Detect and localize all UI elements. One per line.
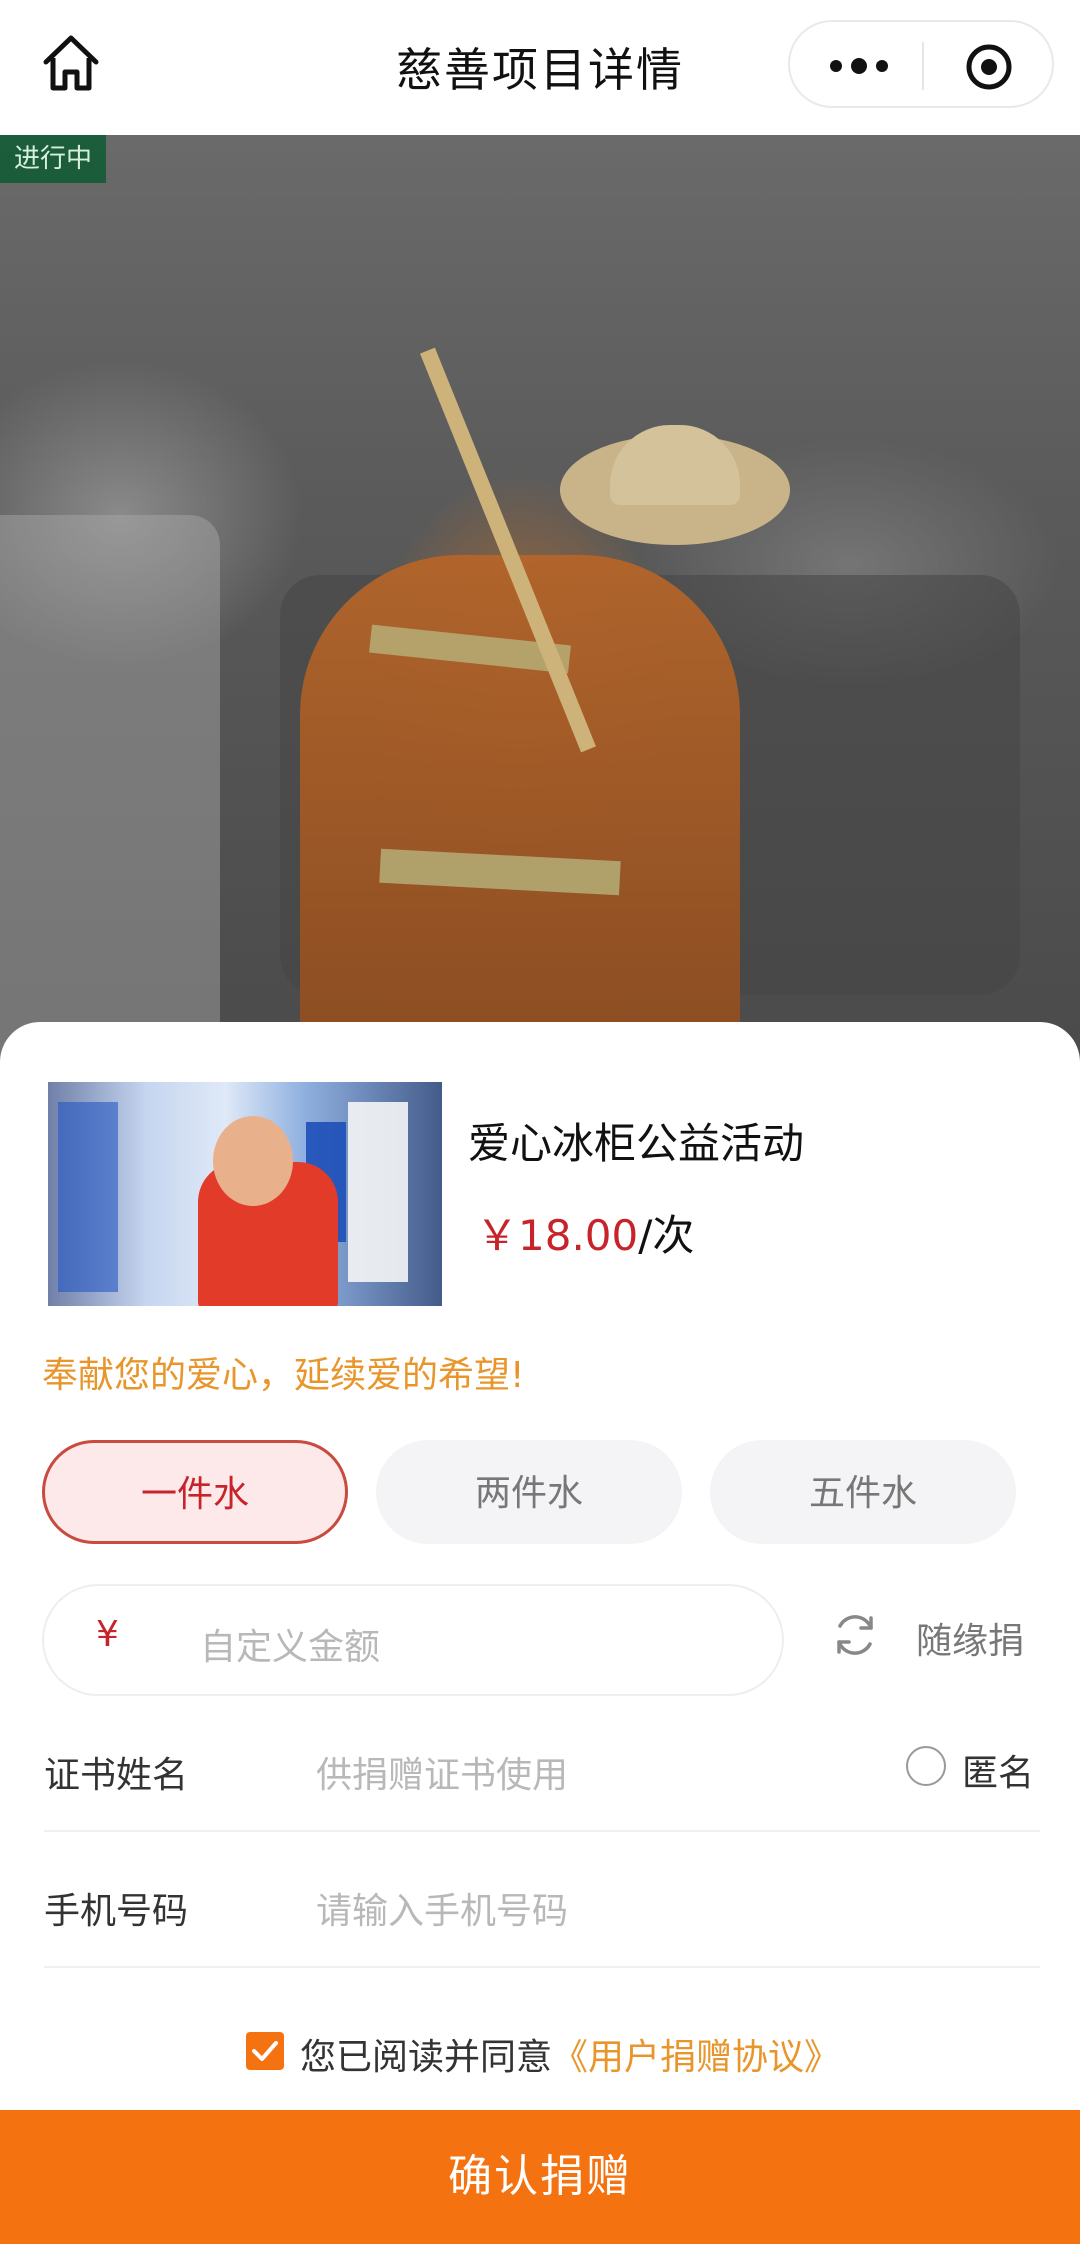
hero-worker (300, 555, 740, 1075)
project-price: ￥18.00/次 (476, 1202, 694, 1263)
agreement-text: 您已阅读并同意《用户捐赠协议》 (300, 2028, 840, 2080)
cert-name-input[interactable]: 供捐赠证书使用 (316, 1746, 568, 1798)
divider (44, 1966, 1040, 1968)
target-icon[interactable] (964, 42, 1014, 92)
hero-bg-car-left (0, 515, 220, 1075)
agreement-prefix: 您已阅读并同意 (300, 2037, 553, 2078)
donation-sheet: 爱心冰柜公益活动 ￥18.00/次 奉献您的爱心，延续爱的希望! 一件水 两件水… (0, 1022, 1080, 2257)
custom-amount-input[interactable]: ¥ 自定义金额 (42, 1584, 784, 1696)
option-one-water[interactable]: 一件水 (42, 1440, 348, 1544)
price-value: ￥18.00 (476, 1211, 639, 1260)
refresh-icon[interactable] (830, 1610, 880, 1660)
agreement-checkbox[interactable] (246, 2032, 284, 2070)
slogan: 奉献您的爱心，延续爱的希望! (42, 1355, 525, 1396)
project-thumbnail (48, 1082, 442, 1306)
check-icon (252, 2041, 278, 2061)
mini-program-capsule (788, 20, 1054, 108)
capsule-divider (922, 42, 924, 90)
nav-bar: 慈善项目详情 (0, 0, 1080, 135)
custom-amount-placeholder: 自定义金额 (200, 1627, 381, 1668)
phone-input[interactable]: 请输入手机号码 (316, 1882, 568, 1934)
hero-image (0, 135, 1080, 1075)
project-name: 爱心冰柜公益活动 (468, 1119, 805, 1168)
donation-page: 慈善项目详情 进行中 爱心冰柜公益活动 ￥18.00/次 奉献您的爱心，延续爱的… (0, 0, 1080, 2257)
currency-symbol: ¥ (96, 1614, 119, 1655)
confirm-donate-button[interactable]: 确认捐赠 (0, 2110, 1080, 2244)
hero-hat-top (610, 425, 740, 505)
option-two-water[interactable]: 两件水 (376, 1440, 682, 1544)
option-five-water[interactable]: 五件水 (710, 1440, 1016, 1544)
price-unit: /次 (638, 1211, 695, 1260)
agreement-link[interactable]: 《用户捐赠协议》 (552, 2037, 840, 2078)
anonymous-label[interactable]: 匿名 (962, 1744, 1034, 1796)
thumbnail-sign (58, 1102, 118, 1292)
divider (44, 1830, 1040, 1832)
phone-label: 手机号码 (44, 1891, 189, 1932)
cert-name-label: 证书姓名 (44, 1755, 189, 1796)
anonymous-radio[interactable] (906, 1746, 946, 1786)
thumbnail-sign (348, 1102, 408, 1282)
status-badge: 进行中 (0, 135, 107, 183)
more-dots-icon[interactable] (826, 46, 892, 86)
random-donate-button[interactable]: 随缘捐 (916, 1612, 1024, 1664)
thumbnail-child-head (213, 1116, 293, 1206)
